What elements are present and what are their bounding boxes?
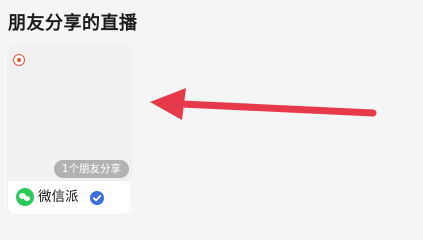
account-name: 微信派 (38, 189, 79, 205)
verified-icon (90, 191, 104, 205)
wechat-icon (16, 188, 34, 206)
page: 朋友分享的直播 1个朋友分享 微信派 (0, 0, 423, 240)
live-cover[interactable]: 1个朋友分享 (8, 46, 131, 181)
live-indicator-icon (13, 54, 25, 66)
account-row[interactable]: 微信派 (8, 181, 131, 214)
live-card[interactable]: 1个朋友分享 微信派 (8, 46, 131, 214)
arrow-annotation (150, 88, 377, 120)
share-count-badge: 1个朋友分享 (53, 160, 129, 178)
section-title: 朋友分享的直播 (8, 13, 138, 34)
